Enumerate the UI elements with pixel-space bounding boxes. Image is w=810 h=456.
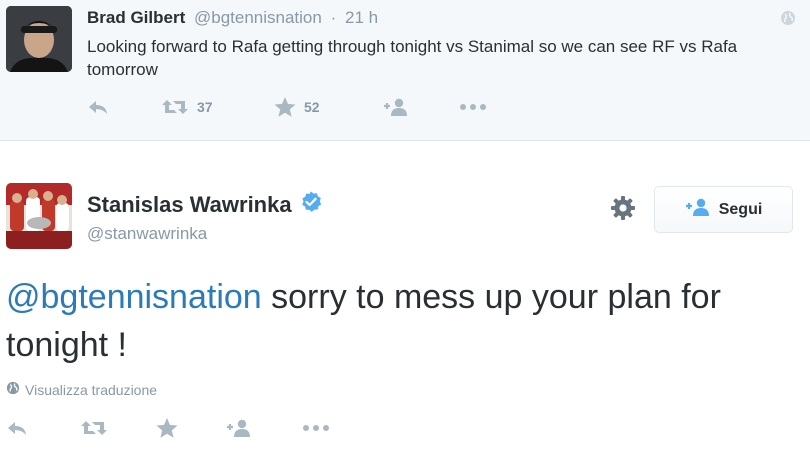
author-handle[interactable]: @bgtennisnation (194, 8, 322, 27)
globe-icon (6, 381, 25, 398)
more-button[interactable] (459, 95, 487, 119)
translate-link[interactable]: Visualizza traduzione (6, 381, 157, 398)
follow-button-label: Segui (718, 200, 763, 218)
more-icon (459, 103, 487, 111)
more-icon (302, 424, 330, 432)
author-handle[interactable]: @stanwawrinka (87, 224, 207, 244)
follow-user-button[interactable] (383, 95, 409, 119)
follow-user-icon (685, 198, 711, 221)
tweet-text: @bgtennisnation sorry to mess up your pl… (6, 273, 796, 369)
favorite-count: 52 (304, 99, 320, 115)
retweet-button[interactable] (80, 416, 108, 440)
timestamp[interactable]: 21 h (345, 8, 378, 27)
separator: · (330, 8, 337, 27)
reply-icon (87, 99, 109, 115)
retweet-icon (80, 419, 108, 437)
follow-user-icon (226, 419, 252, 437)
author-name-row: Stanislas Wawrinka (87, 191, 322, 219)
author-name[interactable]: Stanislas Wawrinka (87, 192, 292, 218)
mention-link[interactable]: @bgtennisnation (6, 278, 262, 316)
globe-icon (780, 10, 796, 26)
reply-button[interactable] (87, 95, 109, 119)
parent-tweet: Brad Gilbert @bgtennisnation · 21 h Look… (0, 0, 810, 141)
retweet-button[interactable]: 37 (161, 95, 213, 119)
follow-user-button[interactable] (226, 416, 252, 440)
verified-badge-icon (300, 191, 322, 219)
tweet-text: Looking forward to Rafa getting through … (87, 37, 738, 79)
star-icon (156, 418, 178, 438)
tweet-actions: 37 52 (87, 95, 507, 119)
reply-icon (6, 420, 28, 436)
reply-button[interactable] (6, 416, 28, 440)
favorite-button[interactable]: 52 (274, 95, 320, 119)
tweet-actions (6, 416, 346, 442)
author-name[interactable]: Brad Gilbert (87, 8, 185, 27)
retweet-icon (161, 98, 189, 116)
avatar[interactable] (6, 6, 72, 72)
follow-user-icon (383, 98, 409, 116)
translate-label: Visualizza traduzione (25, 381, 158, 398)
favorite-button[interactable] (156, 416, 178, 440)
tweet-header: Brad Gilbert @bgtennisnation · 21 h (87, 8, 378, 28)
avatar[interactable] (6, 183, 72, 249)
retweet-count: 37 (197, 99, 213, 115)
follow-button[interactable]: Segui (654, 186, 793, 233)
gear-icon[interactable] (610, 195, 636, 221)
star-icon (274, 97, 296, 117)
more-button[interactable] (302, 416, 330, 440)
